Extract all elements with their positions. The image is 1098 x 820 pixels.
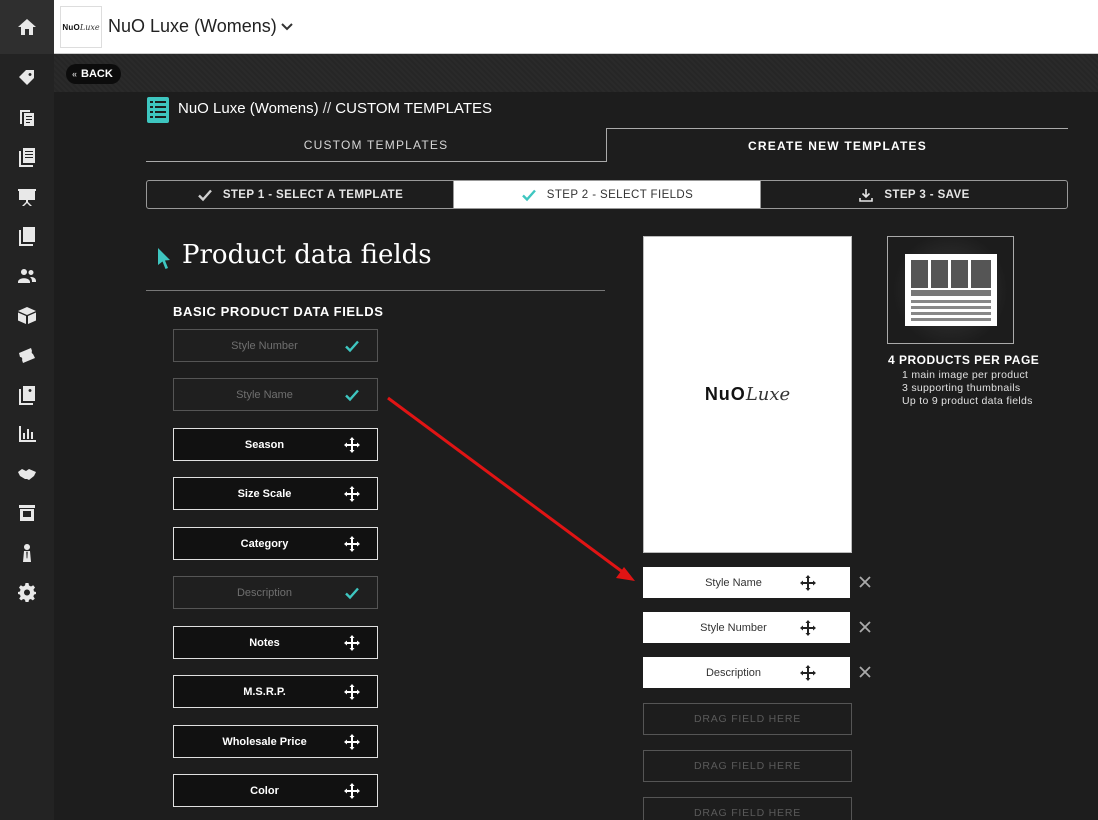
nav-orders[interactable] [0, 220, 54, 252]
page-title: NuO Luxe (Womens) // CUSTOM TEMPLATES [178, 100, 492, 117]
breadcrumb-separator: // [322, 100, 332, 117]
slot-style-number[interactable]: Style Number [643, 612, 850, 643]
move-icon[interactable] [344, 436, 360, 453]
check-icon [345, 340, 359, 352]
pointer-cursor-icon [158, 248, 170, 269]
tab-custom-templates[interactable]: CUSTOM TEMPLATES [146, 128, 606, 162]
breadcrumb-section: CUSTOM TEMPLATES [335, 100, 492, 117]
field-description[interactable]: Description [173, 576, 378, 609]
nav-presentations[interactable] [0, 181, 54, 213]
field-size-scale[interactable]: Size Scale [173, 477, 378, 510]
template-list-icon [147, 97, 169, 123]
template-detail: Up to 9 product data fields [902, 395, 1033, 407]
move-icon[interactable] [800, 664, 816, 681]
double-chevron-left-icon: « [72, 69, 78, 79]
move-icon[interactable] [344, 733, 360, 750]
check-icon [521, 189, 536, 201]
nav-media[interactable] [0, 379, 54, 411]
nav-linesheets[interactable] [0, 101, 54, 133]
template-title: 4 PRODUCTS PER PAGE [888, 353, 1040, 367]
chevron-down-icon[interactable] [280, 20, 294, 34]
four-products-layout-icon [904, 254, 997, 326]
header-band [54, 54, 1098, 92]
field-season[interactable]: Season [173, 428, 378, 461]
slot-description[interactable]: Description [643, 657, 850, 688]
person-tie-icon [23, 544, 31, 562]
template-detail: 1 main image per product [902, 369, 1029, 381]
top-bar: NuO Luxe NuO Luxe (Womens) [54, 0, 1098, 54]
field-wholesale-price[interactable]: Wholesale Price [173, 725, 378, 758]
move-icon[interactable] [344, 683, 360, 700]
field-color[interactable]: Color [173, 774, 378, 807]
remove-style-name-icon[interactable] [858, 575, 872, 589]
home-icon [18, 19, 36, 35]
users-icon [18, 269, 36, 283]
ticket-icon [19, 348, 35, 363]
tab-create-new-templates[interactable]: CREATE NEW TEMPLATES [606, 128, 1068, 162]
catalog-icon [19, 148, 35, 167]
brand-logo: NuO Luxe [60, 6, 102, 48]
check-icon [197, 189, 212, 201]
nav-reports[interactable] [0, 418, 54, 450]
field-category[interactable]: Category [173, 527, 378, 560]
download-icon [859, 188, 874, 202]
nav-tags[interactable] [0, 62, 54, 94]
field-style-name[interactable]: Style Name [173, 378, 378, 411]
step-1[interactable]: STEP 1 - SELECT A TEMPLATE [147, 181, 453, 208]
move-icon[interactable] [344, 485, 360, 502]
step-progress: STEP 1 - SELECT A TEMPLATE STEP 2 - SELE… [146, 180, 1068, 209]
nav-showroom[interactable] [0, 497, 54, 529]
remove-description-icon[interactable] [858, 665, 872, 679]
nav-inventory[interactable] [0, 299, 54, 331]
template-tabs: CUSTOM TEMPLATES CREATE NEW TEMPLATES [146, 128, 1068, 162]
move-icon[interactable] [800, 574, 816, 591]
gear-icon [18, 583, 36, 602]
image-gallery-icon [19, 386, 35, 405]
slot-style-name[interactable]: Style Name [643, 567, 850, 598]
move-icon[interactable] [800, 619, 816, 636]
nav-settings[interactable] [0, 576, 54, 608]
template-detail: 3 supporting thumbnails [902, 382, 1021, 394]
step-2[interactable]: STEP 2 - SELECT FIELDS [453, 181, 760, 208]
template-preview: NuOLuxe [643, 236, 852, 553]
field-msrp[interactable]: M.S.R.P. [173, 675, 378, 708]
basic-fields-label: BASIC PRODUCT DATA FIELDS [173, 304, 384, 319]
step-3[interactable]: STEP 3 - SAVE [760, 181, 1067, 208]
handshake-icon [18, 469, 36, 480]
nav-customers[interactable] [0, 260, 54, 292]
brand-selector-title[interactable]: NuO Luxe (Womens) [108, 16, 277, 37]
bar-chart-icon [19, 426, 36, 442]
nav-promotions[interactable] [0, 339, 54, 371]
remove-style-number-icon[interactable] [858, 620, 872, 634]
check-icon [345, 389, 359, 401]
box-icon [18, 307, 36, 324]
move-icon[interactable] [344, 782, 360, 799]
drop-zone[interactable]: DRAG FIELD HERE [643, 703, 852, 735]
nav-users[interactable] [0, 537, 54, 569]
tag-icon [19, 70, 34, 85]
storefront-icon [19, 505, 35, 521]
drop-zone[interactable]: DRAG FIELD HERE [643, 750, 852, 782]
left-nav-rail [0, 0, 54, 820]
section-divider [146, 290, 605, 291]
home-button[interactable] [0, 0, 54, 54]
presentation-icon [18, 189, 36, 206]
move-icon[interactable] [344, 535, 360, 552]
nav-partners[interactable] [0, 458, 54, 490]
move-icon[interactable] [344, 634, 360, 651]
field-style-number[interactable]: Style Number [173, 329, 378, 362]
section-title: Product data fields [182, 240, 432, 270]
checklist-icon [19, 227, 35, 246]
breadcrumb-brand[interactable]: NuO Luxe (Womens) [178, 100, 319, 117]
drop-zone[interactable]: DRAG FIELD HERE [643, 797, 852, 820]
field-notes[interactable]: Notes [173, 626, 378, 659]
template-thumbnail[interactable] [887, 236, 1014, 344]
back-button[interactable]: « BACK [66, 64, 121, 84]
preview-brand-logo: NuOLuxe [704, 384, 791, 405]
document-list-icon [20, 110, 34, 126]
check-icon [345, 587, 359, 599]
nav-catalog[interactable] [0, 141, 54, 173]
